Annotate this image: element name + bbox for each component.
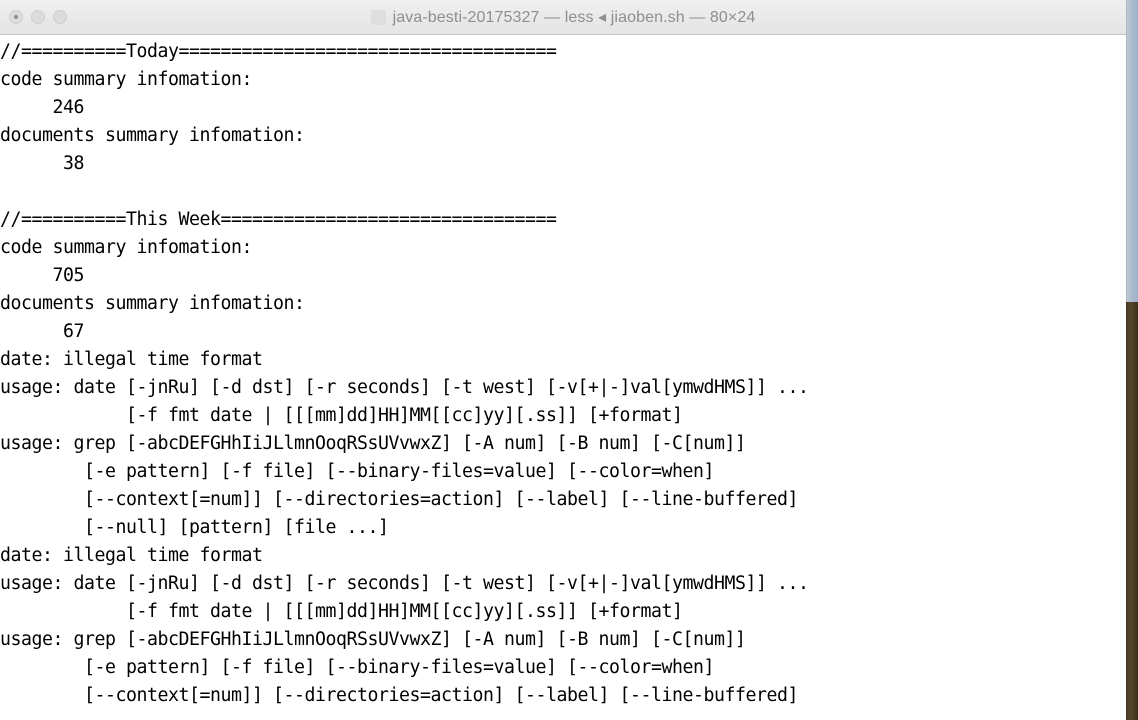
terminal-line: [-f fmt date | [[[mm]dd]HH]MM[[cc]yy][.s… [0,601,683,622]
terminal-output: //==========Today=======================… [0,38,809,710]
background-window-strip-bottom[interactable] [1126,302,1138,720]
desktop-background: java-besti-20175327 — less ◂ jiaoben.sh … [0,0,1138,720]
window-title: java-besti-20175327 — less ◂ jiaoben.sh … [392,9,756,26]
terminal-line: usage: grep [-abcDEFGHhIiJLlmnOoqRSsUVvw… [0,433,746,454]
terminal-line: code summary infomation: [0,69,252,90]
terminal-line: documents summary infomation: [0,293,305,314]
terminal-line: 246 [0,97,84,118]
terminal-line: 705 [0,265,84,286]
terminal-line: [-e pattern] [-f file] [--binary-files=v… [0,657,714,678]
terminal-line: 38 [0,153,84,174]
terminal-body[interactable]: //==========Today=======================… [0,35,1126,720]
terminal-line: [--context[=num]] [--directories=action]… [0,489,798,510]
window-controls[interactable] [0,10,67,24]
window-title-block: java-besti-20175327 — less ◂ jiaoben.sh … [0,0,1126,34]
background-window-strip-top[interactable] [1126,0,1138,302]
terminal-line: usage: date [-jnRu] [-d dst] [-r seconds… [0,377,809,398]
terminal-window[interactable]: java-besti-20175327 — less ◂ jiaoben.sh … [0,0,1126,720]
terminal-line: [-f fmt date | [[[mm]dd]HH]MM[[cc]yy][.s… [0,405,683,426]
terminal-line: //==========Today=======================… [0,41,557,62]
terminal-line: documents summary infomation: [0,125,305,146]
terminal-line: [--context[=num]] [--directories=action]… [0,685,798,706]
document-icon [370,9,386,25]
terminal-line: 67 [0,321,84,342]
terminal-line: usage: grep [-abcDEFGHhIiJLlmnOoqRSsUVvw… [0,629,746,650]
terminal-line: [-e pattern] [-f file] [--binary-files=v… [0,461,714,482]
window-titlebar[interactable]: java-besti-20175327 — less ◂ jiaoben.sh … [0,0,1126,35]
terminal-line: usage: date [-jnRu] [-d dst] [-r seconds… [0,573,809,594]
terminal-line: //==========This Week===================… [0,209,557,230]
terminal-line: date: illegal time format [0,545,263,566]
terminal-line: code summary infomation: [0,237,252,258]
terminal-line: date: illegal time format [0,349,263,370]
terminal-line: [--null] [pattern] [file ...] [0,517,389,538]
minimize-button[interactable] [31,10,45,24]
zoom-button[interactable] [53,10,67,24]
close-button[interactable] [9,10,23,24]
